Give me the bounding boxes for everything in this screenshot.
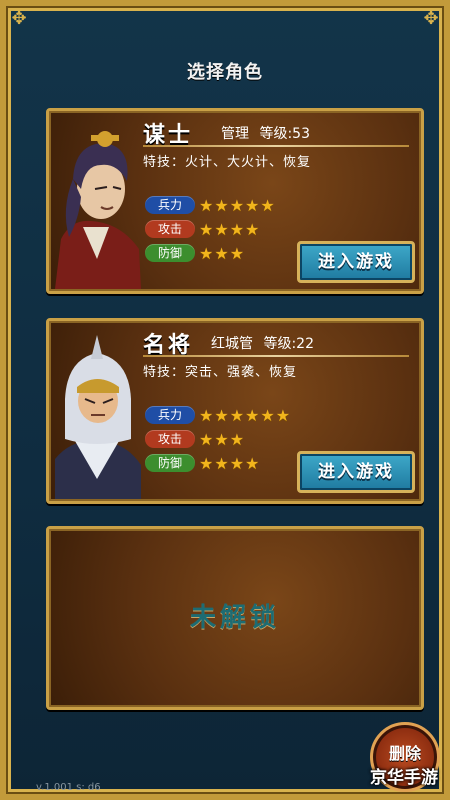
- game-frame: ✥ ✥ 选择角色 谋士 管理 等级:53 特技：火计、大火计、恢复 兵力 ★★★…: [0, 0, 450, 800]
- star-icon: ★: [229, 453, 246, 473]
- corner-ornament-icon: ✥: [423, 8, 439, 29]
- star-icon: ★: [214, 429, 230, 449]
- star-icon: ★: [229, 243, 246, 263]
- character-skill: 特技：突击、强袭、恢复: [143, 365, 298, 380]
- star-rating: ★★★★: [199, 454, 260, 473]
- stat-label: 兵力: [145, 196, 195, 214]
- star-rating: ★★★★★★: [199, 406, 291, 425]
- character-level: 等级:53: [259, 126, 310, 142]
- star-icon: ★: [229, 195, 246, 215]
- enter-game-button[interactable]: 进入游戏: [297, 451, 415, 493]
- star-icon: ★: [260, 405, 276, 425]
- star-icon: ★: [214, 219, 230, 239]
- star-rating: ★★★: [199, 244, 245, 263]
- stat-row-troops: 兵力 ★★★★★★: [145, 403, 291, 427]
- character-card-general: 名将 红城管 等级:22 特技：突击、强袭、恢复 兵力 ★★★★★★ 攻击 ★★…: [46, 318, 424, 504]
- stat-label: 防御: [145, 454, 195, 472]
- enter-game-button[interactable]: 进入游戏: [297, 241, 415, 283]
- character-meta: 红城管 等级:22: [211, 333, 320, 353]
- page-title: 选择角色: [187, 62, 263, 83]
- star-icon: ★: [214, 195, 230, 215]
- divider: [143, 355, 409, 357]
- star-icon: ★: [245, 195, 261, 215]
- star-icon: ★: [245, 219, 261, 239]
- stat-label: 攻击: [145, 430, 195, 448]
- stat-row-defense: 防御 ★★★: [145, 241, 276, 265]
- stat-row-attack: 攻击 ★★★★: [145, 217, 276, 241]
- character-card-strategist: 谋士 管理 等级:53 特技：火计、大火计、恢复 兵力 ★★★★★ 攻击 ★★★…: [46, 108, 424, 294]
- star-rating: ★★★★★: [199, 196, 276, 215]
- locked-label: 未解锁: [189, 603, 280, 633]
- version-label: v.1.001 s: d6: [36, 782, 101, 793]
- character-meta: 管理 等级:53: [221, 123, 316, 143]
- corner-ornament-icon: ✥: [11, 8, 27, 29]
- stat-list: 兵力 ★★★★★ 攻击 ★★★★ 防御 ★★★: [145, 193, 276, 265]
- stat-list: 兵力 ★★★★★★ 攻击 ★★★ 防御 ★★★★: [145, 403, 291, 475]
- star-icon: ★: [199, 195, 215, 215]
- character-role: 红城管: [211, 336, 253, 352]
- character-level: 等级:22: [263, 336, 314, 352]
- star-icon: ★: [199, 405, 215, 425]
- star-icon: ★: [214, 405, 230, 425]
- watermark: 京华手游: [370, 768, 438, 788]
- locked-character-slot[interactable]: 未解锁: [46, 526, 424, 710]
- star-icon: ★: [214, 243, 230, 263]
- star-icon: ★: [214, 453, 230, 473]
- character-role: 管理: [221, 126, 249, 142]
- star-icon: ★: [199, 219, 215, 239]
- star-rating: ★★★★: [199, 220, 260, 239]
- stat-row-troops: 兵力 ★★★★★: [145, 193, 276, 217]
- star-icon: ★: [229, 219, 246, 239]
- stat-label: 攻击: [145, 220, 195, 238]
- star-icon: ★: [199, 243, 215, 263]
- strategist-portrait: [55, 131, 141, 289]
- star-icon: ★: [260, 195, 276, 215]
- divider: [143, 145, 409, 147]
- stat-row-defense: 防御 ★★★★: [145, 451, 291, 475]
- stat-row-attack: 攻击 ★★★: [145, 427, 291, 451]
- star-icon: ★: [199, 429, 215, 449]
- general-portrait: [55, 335, 141, 499]
- star-icon: ★: [245, 453, 261, 473]
- character-skill: 特技：火计、大火计、恢复: [143, 155, 312, 170]
- star-icon: ★: [275, 405, 292, 425]
- stat-label: 防御: [145, 244, 195, 262]
- star-icon: ★: [199, 453, 215, 473]
- star-icon: ★: [229, 405, 246, 425]
- stat-label: 兵力: [145, 406, 195, 424]
- star-icon: ★: [229, 429, 246, 449]
- star-rating: ★★★: [199, 430, 245, 449]
- star-icon: ★: [245, 405, 261, 425]
